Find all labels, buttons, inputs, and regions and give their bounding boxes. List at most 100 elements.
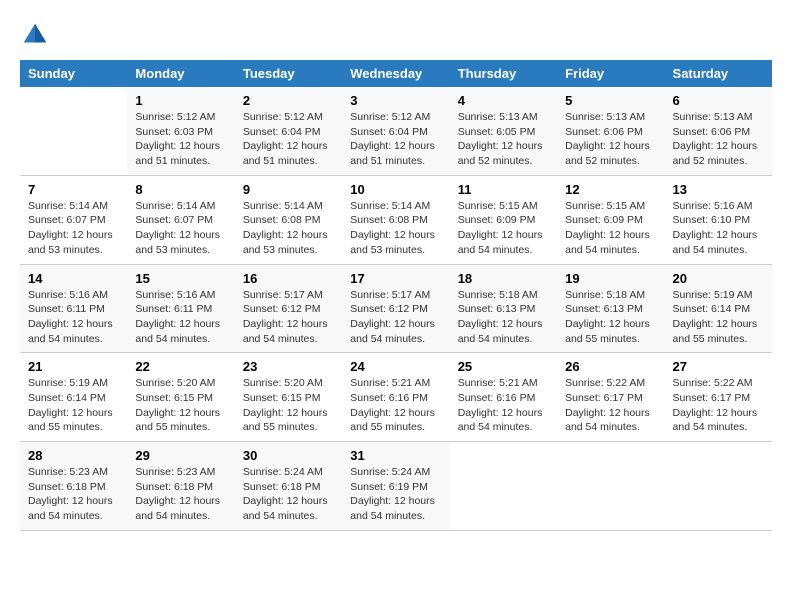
header-row: SundayMondayTuesdayWednesdayThursdayFrid… bbox=[20, 60, 772, 87]
day-info: Sunrise: 5:20 AMSunset: 6:15 PMDaylight:… bbox=[243, 376, 334, 435]
day-number: 3 bbox=[350, 93, 441, 108]
day-number: 17 bbox=[350, 271, 441, 286]
day-number: 26 bbox=[565, 359, 656, 374]
day-cell: 20Sunrise: 5:19 AMSunset: 6:14 PMDayligh… bbox=[665, 264, 772, 353]
day-cell: 15 Sunrise: 5:16 AMSunset: 6:11 PMDayligh… bbox=[127, 264, 234, 353]
day-cell: 26 Sunrise: 5:22 AMSunset: 6:17 PMDayligh… bbox=[557, 353, 664, 442]
day-info: Sunrise: 5:16 AMSunset: 6:11 PMDaylight:… bbox=[28, 288, 119, 347]
day-cell: 19 Sunrise: 5:18 AMSunset: 6:13 PMDayligh… bbox=[557, 264, 664, 353]
day-cell: 17 Sunrise: 5:17 AMSunset: 6:12 PMDayligh… bbox=[342, 264, 449, 353]
day-number: 29 bbox=[135, 448, 226, 463]
day-cell: 29 Sunrise: 5:23 AMSunset: 6:18 PMDayligh… bbox=[127, 442, 234, 531]
day-info: Sunrise: 5:18 AMSunset: 6:13 PMDaylight:… bbox=[458, 288, 549, 347]
day-cell: 25Sunrise: 5:21 AMSunset: 6:16 PMDayligh… bbox=[450, 353, 557, 442]
day-cell: 16 Sunrise: 5:17 AMSunset: 6:12 PMDayligh… bbox=[235, 264, 342, 353]
day-cell: 12Sunrise: 5:15 AMSunset: 6:09 PMDayligh… bbox=[557, 175, 664, 264]
col-header-saturday: Saturday bbox=[665, 60, 772, 87]
day-number: 25 bbox=[458, 359, 549, 374]
day-cell: 13 Sunrise: 5:16 AMSunset: 6:10 PMDayligh… bbox=[665, 175, 772, 264]
day-cell: 27 Sunrise: 5:22 AMSunset: 6:17 PMDayligh… bbox=[665, 353, 772, 442]
day-number: 23 bbox=[243, 359, 334, 374]
day-number: 24 bbox=[350, 359, 441, 374]
day-number: 19 bbox=[565, 271, 656, 286]
day-cell: 28Sunrise: 5:23 AMSunset: 6:18 PMDayligh… bbox=[20, 442, 127, 531]
day-info: Sunrise: 5:20 AMSunset: 6:15 PMDaylight:… bbox=[135, 376, 226, 435]
day-cell: 30 Sunrise: 5:24 AMSunset: 6:18 PMDayligh… bbox=[235, 442, 342, 531]
col-header-thursday: Thursday bbox=[450, 60, 557, 87]
day-number: 5 bbox=[565, 93, 656, 108]
day-number: 14 bbox=[28, 271, 119, 286]
day-cell: 18 Sunrise: 5:18 AMSunset: 6:13 PMDayligh… bbox=[450, 264, 557, 353]
col-header-friday: Friday bbox=[557, 60, 664, 87]
week-row-3: 14 Sunrise: 5:16 AMSunset: 6:11 PMDayligh… bbox=[20, 264, 772, 353]
day-info: Sunrise: 5:17 AMSunset: 6:12 PMDaylight:… bbox=[350, 288, 441, 347]
calendar-table: SundayMondayTuesdayWednesdayThursdayFrid… bbox=[20, 60, 772, 531]
day-number: 15 bbox=[135, 271, 226, 286]
day-number: 18 bbox=[458, 271, 549, 286]
week-row-2: 7 Sunrise: 5:14 AMSunset: 6:07 PMDaylight… bbox=[20, 175, 772, 264]
page-header bbox=[20, 20, 772, 50]
day-cell: 11Sunrise: 5:15 AMSunset: 6:09 PMDayligh… bbox=[450, 175, 557, 264]
col-header-tuesday: Tuesday bbox=[235, 60, 342, 87]
day-info: Sunrise: 5:13 AMSunset: 6:06 PMDaylight:… bbox=[565, 110, 656, 169]
week-row-1: 1Sunrise: 5:12 AMSunset: 6:03 PMDaylight… bbox=[20, 87, 772, 175]
day-cell: 31Sunrise: 5:24 AMSunset: 6:19 PMDayligh… bbox=[342, 442, 449, 531]
day-cell: 22 Sunrise: 5:20 AMSunset: 6:15 PMDayligh… bbox=[127, 353, 234, 442]
day-cell bbox=[20, 87, 127, 175]
day-cell: 8Sunrise: 5:14 AMSunset: 6:07 PMDaylight… bbox=[127, 175, 234, 264]
day-cell: 2 Sunrise: 5:12 AMSunset: 6:04 PMDaylight… bbox=[235, 87, 342, 175]
col-header-sunday: Sunday bbox=[20, 60, 127, 87]
day-number: 12 bbox=[565, 182, 656, 197]
day-info: Sunrise: 5:14 AMSunset: 6:08 PMDaylight:… bbox=[243, 199, 334, 258]
day-number: 4 bbox=[458, 93, 549, 108]
day-info: Sunrise: 5:23 AMSunset: 6:18 PMDaylight:… bbox=[135, 465, 226, 524]
col-header-monday: Monday bbox=[127, 60, 234, 87]
day-info: Sunrise: 5:12 AMSunset: 6:04 PMDaylight:… bbox=[243, 110, 334, 169]
logo bbox=[20, 20, 54, 50]
day-cell: 21Sunrise: 5:19 AMSunset: 6:14 PMDayligh… bbox=[20, 353, 127, 442]
day-number: 22 bbox=[135, 359, 226, 374]
day-info: Sunrise: 5:15 AMSunset: 6:09 PMDaylight:… bbox=[458, 199, 549, 258]
day-cell: 14 Sunrise: 5:16 AMSunset: 6:11 PMDayligh… bbox=[20, 264, 127, 353]
day-number: 7 bbox=[28, 182, 119, 197]
day-info: Sunrise: 5:24 AMSunset: 6:19 PMDaylight:… bbox=[350, 465, 441, 524]
day-info: Sunrise: 5:22 AMSunset: 6:17 PMDaylight:… bbox=[565, 376, 656, 435]
logo-icon bbox=[20, 20, 50, 50]
day-cell: 6 Sunrise: 5:13 AMSunset: 6:06 PMDaylight… bbox=[665, 87, 772, 175]
day-info: Sunrise: 5:18 AMSunset: 6:13 PMDaylight:… bbox=[565, 288, 656, 347]
day-cell: 3 Sunrise: 5:12 AMSunset: 6:04 PMDaylight… bbox=[342, 87, 449, 175]
day-cell: 10 Sunrise: 5:14 AMSunset: 6:08 PMDayligh… bbox=[342, 175, 449, 264]
day-info: Sunrise: 5:24 AMSunset: 6:18 PMDaylight:… bbox=[243, 465, 334, 524]
day-number: 6 bbox=[673, 93, 764, 108]
day-cell: 7 Sunrise: 5:14 AMSunset: 6:07 PMDaylight… bbox=[20, 175, 127, 264]
day-number: 9 bbox=[243, 182, 334, 197]
day-cell: 4Sunrise: 5:13 AMSunset: 6:05 PMDaylight… bbox=[450, 87, 557, 175]
day-cell: 23 Sunrise: 5:20 AMSunset: 6:15 PMDayligh… bbox=[235, 353, 342, 442]
day-info: Sunrise: 5:19 AMSunset: 6:14 PMDaylight:… bbox=[28, 376, 119, 435]
week-row-4: 21Sunrise: 5:19 AMSunset: 6:14 PMDayligh… bbox=[20, 353, 772, 442]
day-info: Sunrise: 5:14 AMSunset: 6:07 PMDaylight:… bbox=[28, 199, 119, 258]
day-info: Sunrise: 5:14 AMSunset: 6:07 PMDaylight:… bbox=[135, 199, 226, 258]
day-info: Sunrise: 5:16 AMSunset: 6:11 PMDaylight:… bbox=[135, 288, 226, 347]
day-info: Sunrise: 5:22 AMSunset: 6:17 PMDaylight:… bbox=[673, 376, 764, 435]
day-cell bbox=[665, 442, 772, 531]
day-info: Sunrise: 5:12 AMSunset: 6:04 PMDaylight:… bbox=[350, 110, 441, 169]
day-number: 30 bbox=[243, 448, 334, 463]
day-cell: 5 Sunrise: 5:13 AMSunset: 6:06 PMDaylight… bbox=[557, 87, 664, 175]
day-cell bbox=[450, 442, 557, 531]
day-number: 2 bbox=[243, 93, 334, 108]
day-info: Sunrise: 5:16 AMSunset: 6:10 PMDaylight:… bbox=[673, 199, 764, 258]
day-info: Sunrise: 5:13 AMSunset: 6:06 PMDaylight:… bbox=[673, 110, 764, 169]
col-header-wednesday: Wednesday bbox=[342, 60, 449, 87]
day-cell: 9 Sunrise: 5:14 AMSunset: 6:08 PMDaylight… bbox=[235, 175, 342, 264]
week-row-5: 28Sunrise: 5:23 AMSunset: 6:18 PMDayligh… bbox=[20, 442, 772, 531]
day-number: 27 bbox=[673, 359, 764, 374]
day-number: 10 bbox=[350, 182, 441, 197]
day-number: 13 bbox=[673, 182, 764, 197]
day-cell bbox=[557, 442, 664, 531]
day-number: 16 bbox=[243, 271, 334, 286]
day-cell: 1Sunrise: 5:12 AMSunset: 6:03 PMDaylight… bbox=[127, 87, 234, 175]
day-info: Sunrise: 5:23 AMSunset: 6:18 PMDaylight:… bbox=[28, 465, 119, 524]
day-info: Sunrise: 5:14 AMSunset: 6:08 PMDaylight:… bbox=[350, 199, 441, 258]
day-info: Sunrise: 5:17 AMSunset: 6:12 PMDaylight:… bbox=[243, 288, 334, 347]
